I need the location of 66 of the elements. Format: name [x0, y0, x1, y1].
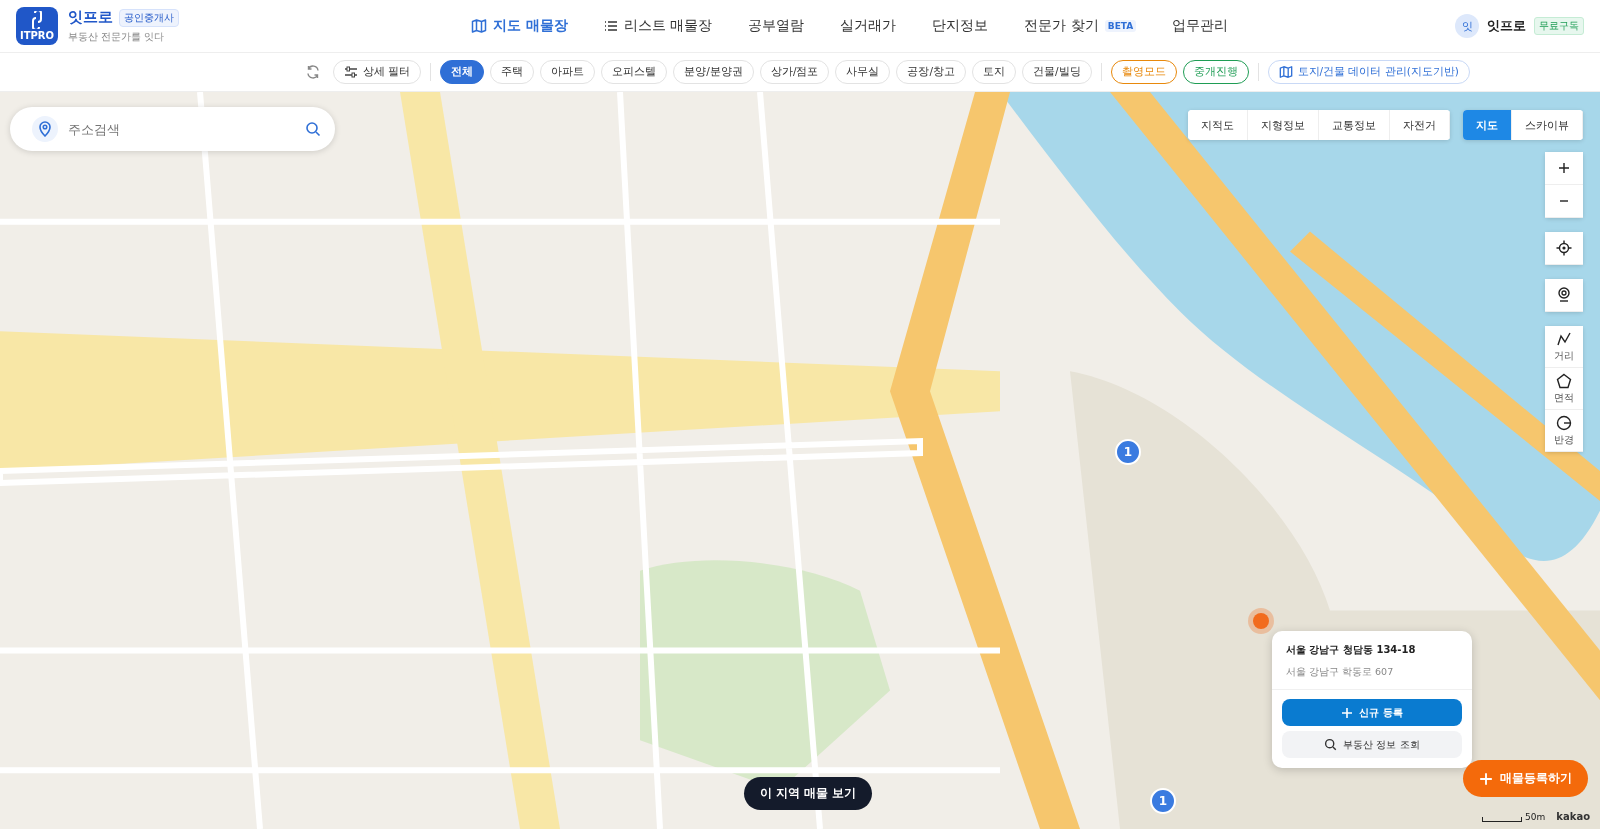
- user-avatar[interactable]: 잇: [1455, 14, 1479, 38]
- lot-address: 서울 강남구 청담동 134-18: [1286, 643, 1417, 657]
- refresh-icon[interactable]: [305, 64, 321, 80]
- address-search-field[interactable]: 주소검색: [10, 107, 335, 151]
- user-name: 잇프로: [1487, 17, 1526, 35]
- brand-tagline: 부동산 전문가를 잇다: [68, 30, 166, 44]
- logo-icon[interactable]: ITPRO: [16, 7, 58, 45]
- sliders-icon: [344, 66, 358, 78]
- nav-tab[interactable]: 업무관리: [1172, 17, 1229, 35]
- address-search-field[interactable]: 주소검색: [66, 120, 297, 138]
- polyline-icon: [1556, 330, 1572, 347]
- role-badge: 공인중개사: [119, 8, 179, 27]
- nav-tab[interactable]: 단지정보: [932, 17, 989, 35]
- data-management-button[interactable]: 토지/건물 데이터 관리(지도기반): [1267, 60, 1470, 84]
- road-address: 서울 강남구 학동로 607: [1286, 666, 1395, 679]
- nav-tab[interactable]: 공부열람: [748, 17, 805, 35]
- nav-tab[interactable]: 전문가 찾기 BETA: [1024, 17, 1137, 35]
- scale-bar: [1482, 817, 1523, 822]
- property-type-chip[interactable]: 사무실: [835, 60, 891, 84]
- map-pin-button[interactable]: [1545, 279, 1583, 312]
- nav-tab[interactable]: 리스트 매물장: [603, 17, 713, 35]
- view-area-listings-button[interactable]: 이 지역 매물 보기: [744, 777, 872, 810]
- nav-tab[interactable]: 지도 매물장: [471, 17, 568, 35]
- map-layer-toggle[interactable]: 지적도: [1188, 110, 1248, 140]
- map-layer-toggle[interactable]: 교통정보: [1319, 110, 1390, 140]
- location-pin-icon: [32, 116, 58, 142]
- map-type-tab[interactable]: 지도: [1463, 110, 1512, 140]
- search-icon: [1324, 738, 1338, 751]
- new-listing-button[interactable]: 신규 등록: [1282, 699, 1462, 726]
- map-icon: [1278, 65, 1293, 79]
- current-location-button[interactable]: [1545, 232, 1583, 265]
- plan-badge: 무료구독: [1534, 17, 1584, 35]
- pentagon-icon: [1556, 372, 1572, 389]
- nav-tab[interactable]: 실거래가: [840, 17, 897, 35]
- measure-tool-button[interactable]: 반경: [1545, 410, 1583, 452]
- property-type-chip[interactable]: 분양/분양권: [673, 60, 754, 84]
- map-layer-toggle[interactable]: 자전거: [1390, 110, 1450, 140]
- pin-icon: [1557, 287, 1571, 303]
- list-icon: [603, 20, 618, 32]
- map-icon: [471, 18, 487, 34]
- map-attribution: kakao: [1556, 811, 1590, 822]
- scale-label: 50m: [1525, 812, 1546, 822]
- property-type-chip[interactable]: 토지: [972, 60, 1016, 84]
- property-info-button[interactable]: 부동산 정보 조회: [1282, 731, 1462, 758]
- measure-tool-button[interactable]: 면적: [1545, 368, 1583, 410]
- plus-icon: [1341, 706, 1354, 719]
- brand-name: 잇프로: [68, 8, 113, 27]
- crosshair-icon: [1556, 240, 1572, 256]
- map-layer-toggle[interactable]: 지형정보: [1248, 110, 1319, 140]
- property-type-chip[interactable]: 오피스텔: [601, 60, 668, 84]
- map-type-tab[interactable]: 스카이뷰: [1512, 110, 1583, 140]
- measure-tool-button[interactable]: 거리: [1545, 326, 1583, 368]
- detail-filter-button[interactable]: 상세 필터: [333, 60, 422, 84]
- property-type-chip[interactable]: 건물/빌딩: [1022, 60, 1092, 84]
- zoom-in-button[interactable]: [1545, 152, 1583, 185]
- plus-icon: [1558, 162, 1570, 174]
- property-type-chip[interactable]: 주택: [490, 60, 535, 84]
- plus-icon: [1479, 771, 1493, 786]
- property-type-chip[interactable]: 아파트: [540, 60, 596, 84]
- mode-chip[interactable]: 중개진행: [1182, 60, 1249, 84]
- property-type-chip[interactable]: 상가/점포: [759, 60, 830, 84]
- beta-badge: BETA: [1104, 20, 1137, 32]
- property-type-chip[interactable]: 공장/창고: [896, 60, 966, 84]
- property-type-chip[interactable]: 전체: [440, 60, 485, 84]
- search-icon[interactable]: [305, 121, 321, 137]
- radius-icon: [1556, 414, 1572, 431]
